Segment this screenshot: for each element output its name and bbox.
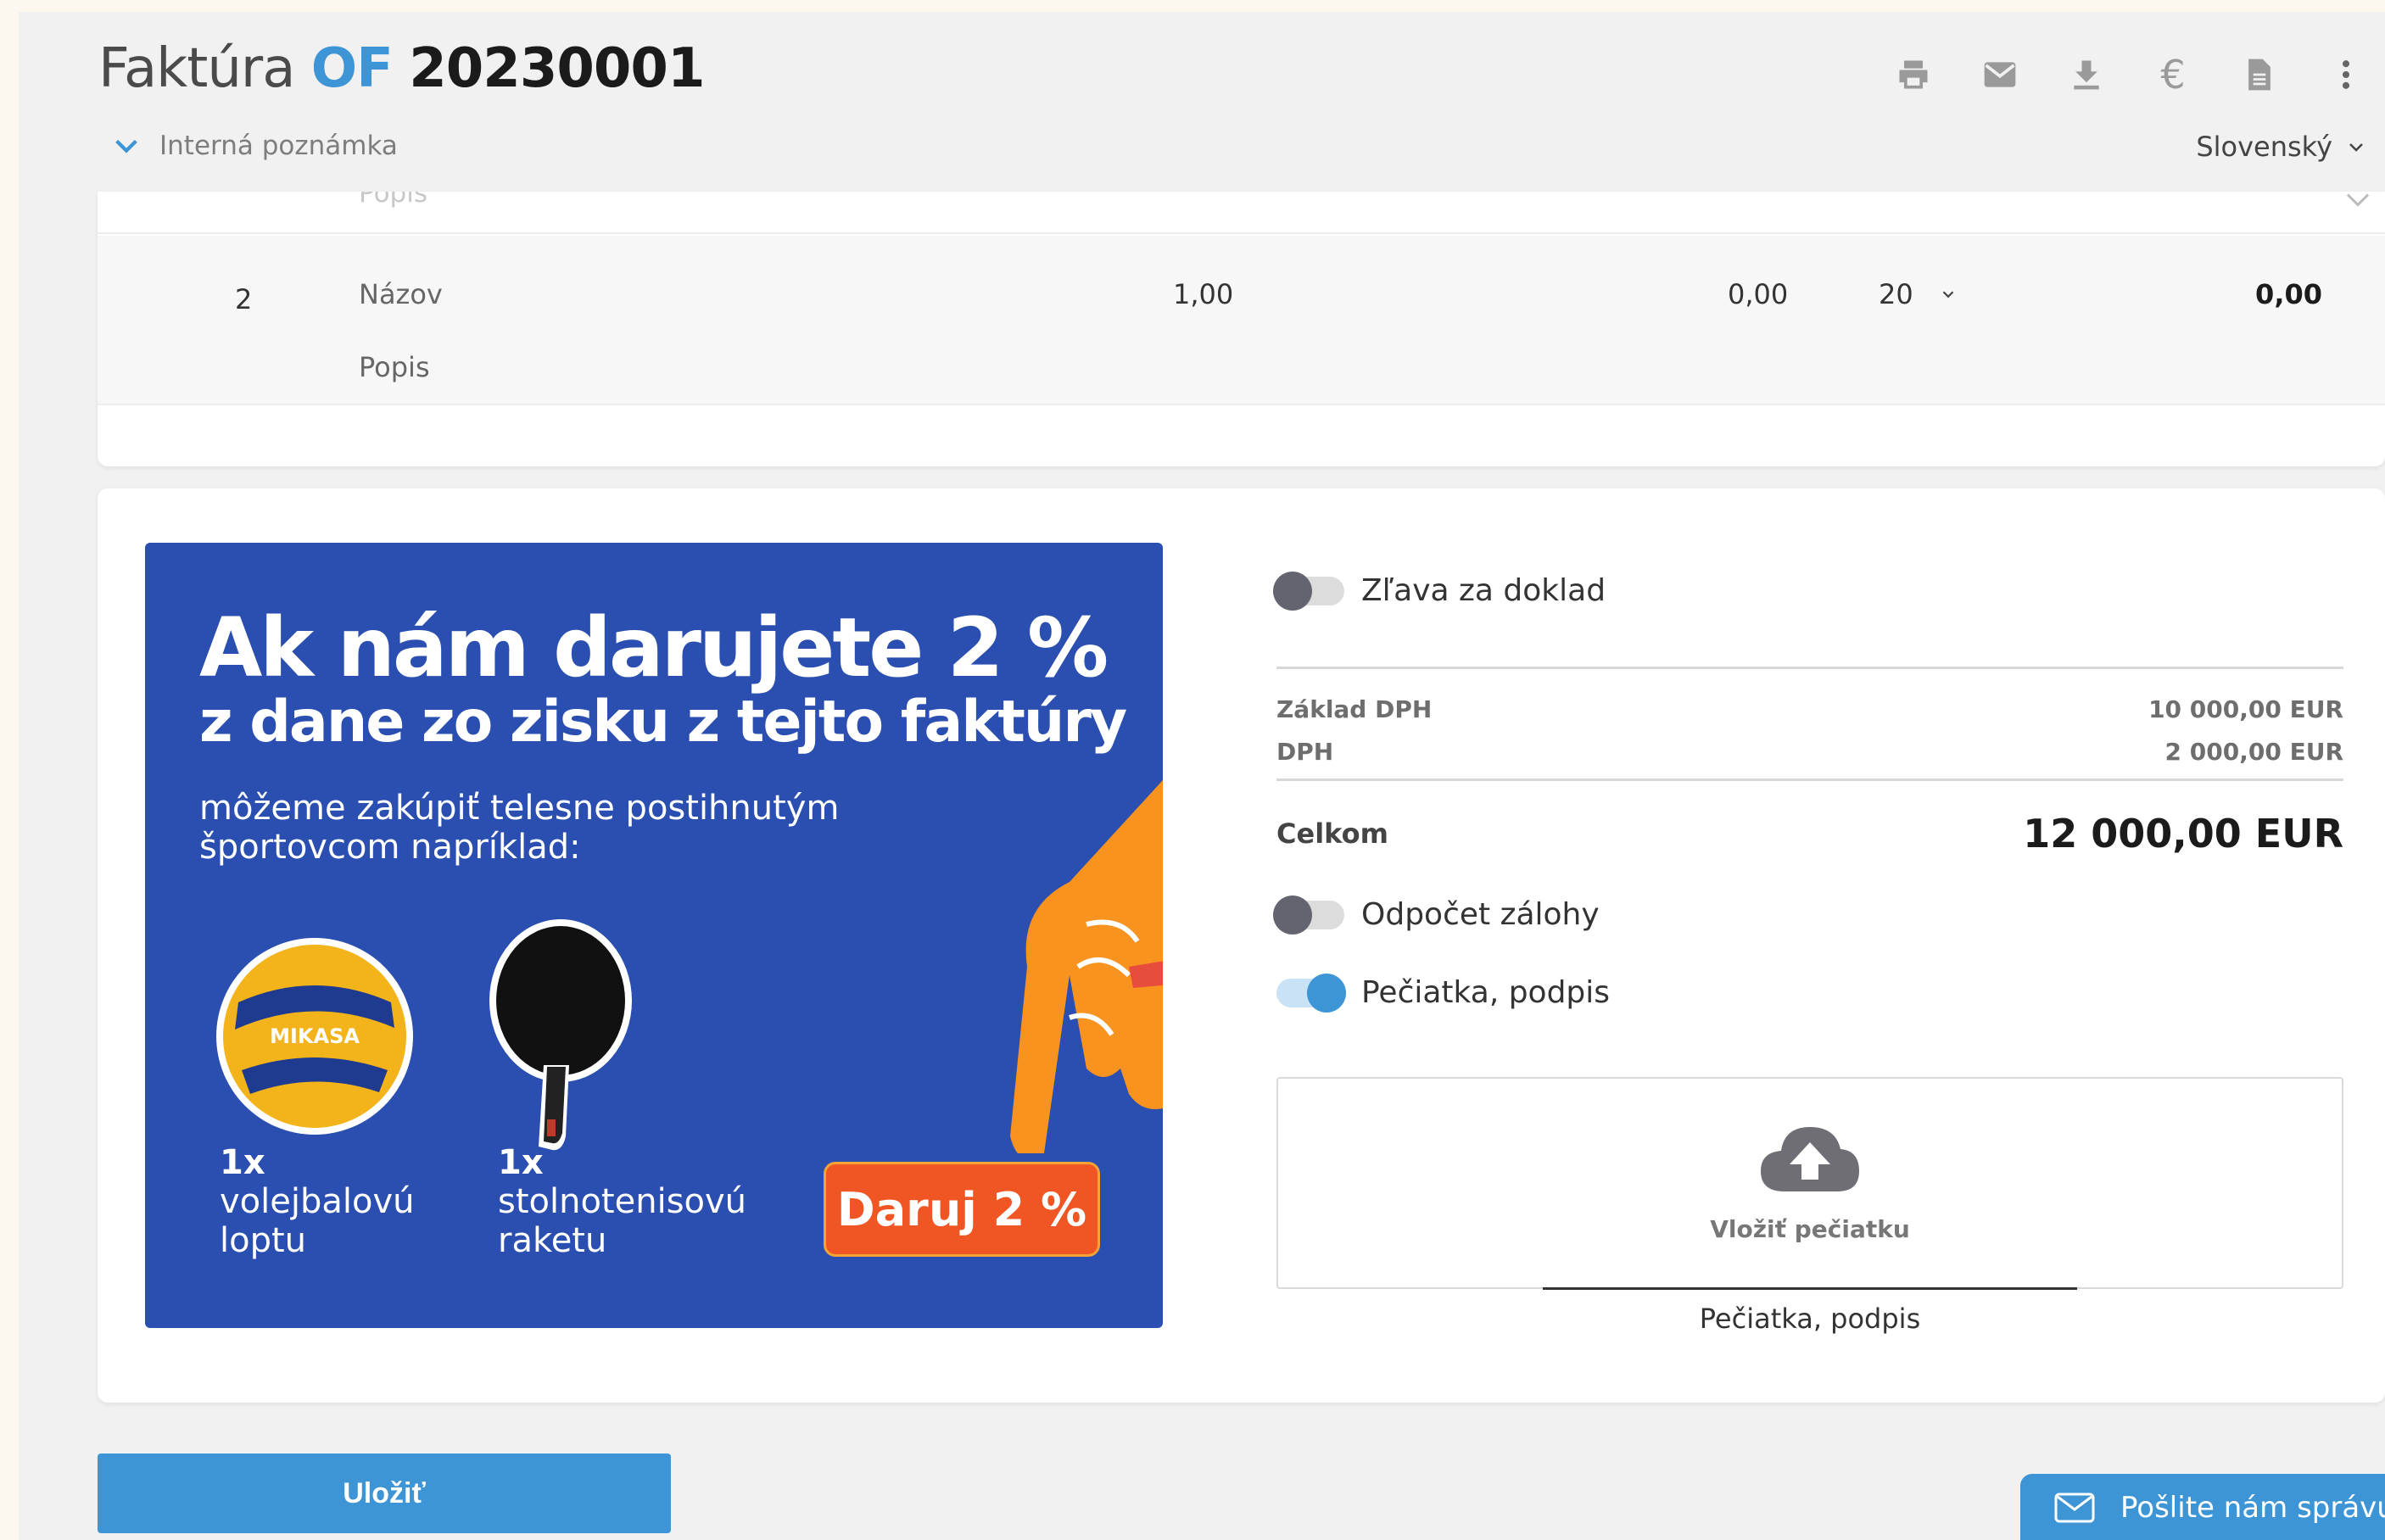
euro-icon: € [2160,52,2186,98]
vat-label: DPH [1276,738,1334,766]
chat-widget-button[interactable]: Pošlite nám správu [2020,1474,2385,1540]
chat-label: Pošlite nám správu [2120,1491,2385,1525]
upload-label: Vložiť pečiatku [1710,1214,1910,1243]
language-select[interactable]: Slovenský [2196,131,2366,163]
signature-line [1543,1287,2077,1290]
table-tennis-paddle-image [489,919,632,1151]
title-prefix: Faktúra [98,37,295,100]
chevron-down-icon [1942,291,1954,299]
title-series: OF [310,37,394,100]
total-line: Celkom 12 000,00 EUR [1276,811,2343,856]
divider [1276,667,2343,669]
discount-label: Zľava za doklad [1361,573,1606,608]
kebab-menu-icon [2342,60,2350,89]
download-button[interactable] [2068,56,2105,93]
total-label: Celkom [1276,817,1388,850]
item-quantity-field[interactable]: 1,00 [1173,278,1233,310]
row-number: 2 [235,283,253,315]
signature-caption: Pečiatka, podpis [1699,1303,1921,1335]
advance-toggle[interactable] [1273,895,1344,935]
discount-toggle[interactable] [1273,571,1344,611]
banner-subheadline: z dane zo zisku z tejto faktúry [199,689,1127,756]
toggle-knob [1273,571,1312,611]
document-button[interactable] [2241,56,2278,93]
internal-note-label: Interná poznámka [159,131,398,161]
stamp-upload-area[interactable]: Vložiť pečiatku [1276,1077,2343,1289]
more-options-button[interactable] [2327,56,2365,93]
donation-banner[interactable]: Ak nám darujete 2 % z dane zo zisku z te… [145,543,1163,1328]
summary-panel: Zľava za doklad Základ DPH 10 000,00 EUR… [1260,488,2343,1403]
ghost-description: Popis [359,192,427,209]
item-price-field[interactable]: 0,00 [1728,278,1788,310]
stamp-toggle-row[interactable]: Pečiatka, podpis [1276,973,1611,1013]
banner-item-volleyball: 1x volejbalovú loptu [220,1143,415,1260]
banner-headline: Ak nám darujete 2 % [199,600,1109,695]
toggle-knob [1307,973,1346,1013]
item-description-field[interactable]: Popis [359,351,430,383]
document-icon [2248,59,2270,91]
invoice-items-card: Popis 2 Názov Popis 1,00 0,00 20 0,00 [98,192,2385,466]
banner-text: môžeme zakúpiť telesne postihnutým šport… [199,789,840,867]
item-total: 0,00 [2255,278,2322,310]
printer-icon [1899,60,1928,89]
table-row: 2 Názov Popis 1,00 0,00 20 0,00 [98,236,2385,405]
vat-base-label: Základ DPH [1276,695,1433,723]
page-title: Faktúra OF 20230001 [98,37,705,100]
pointing-hand-image [1010,780,1163,1153]
language-value: Slovenský [2196,131,2332,163]
vat-line: DPH 2 000,00 EUR [1276,738,2343,766]
ball-brand: MIKASA [270,1024,360,1048]
divider [1276,778,2343,781]
envelope-icon [1984,62,2016,87]
internal-note-toggle[interactable]: Interná poznámka [112,131,398,161]
item2-name: stolnotenisovú raketu [498,1182,747,1260]
volleyball-image: MIKASA [216,938,413,1135]
item-name-field[interactable]: Názov [359,278,443,310]
table-row: Popis [98,192,2385,234]
advance-toggle-row[interactable]: Odpočet zálohy [1273,895,1600,935]
chevron-down-icon [2349,143,2363,152]
email-button[interactable] [1981,56,2019,93]
stamp-label: Pečiatka, podpis [1361,975,1611,1010]
donate-button[interactable]: Daruj 2 % [824,1162,1100,1257]
summary-card: Ak nám darujete 2 % z dane zo zisku z te… [98,488,2385,1403]
banner-item-paddle: 1x stolnotenisovú raketu [498,1143,752,1260]
item1-name: volejbalovú loptu [220,1182,415,1260]
vat-base-line: Základ DPH 10 000,00 EUR [1276,695,2343,723]
save-button[interactable]: Uložiť [98,1454,671,1533]
download-icon [2074,60,2099,90]
invoice-header: Faktúra OF 20230001 Interná poznámka € S… [19,12,2385,192]
advance-label: Odpočet zálohy [1361,897,1600,932]
chevron-down-icon[interactable] [2343,192,2373,214]
discount-toggle-row[interactable]: Zľava za doklad [1273,571,1606,611]
envelope-icon [2054,1493,2095,1523]
chevron-down-icon [115,139,137,153]
toolbar: € [1895,52,2365,98]
stamp-toggle[interactable] [1276,973,1346,1013]
cloud-upload-icon [1761,1126,1859,1191]
title-number: 20230001 [409,37,705,100]
app-window: Faktúra OF 20230001 Interná poznámka € S… [19,12,2385,1540]
item1-qty: 1x [220,1143,265,1182]
print-button[interactable] [1895,56,1932,93]
vat-base-value: 10 000,00 EUR [2148,695,2343,723]
payment-button[interactable]: € [2154,52,2192,98]
item-vat-select[interactable]: 20 [1879,278,1958,310]
item2-qty: 1x [498,1143,544,1182]
vat-rate-value: 20 [1879,278,1913,310]
vat-value: 2 000,00 EUR [2164,738,2343,766]
total-value: 12 000,00 EUR [2023,811,2343,856]
toggle-knob [1273,895,1312,935]
